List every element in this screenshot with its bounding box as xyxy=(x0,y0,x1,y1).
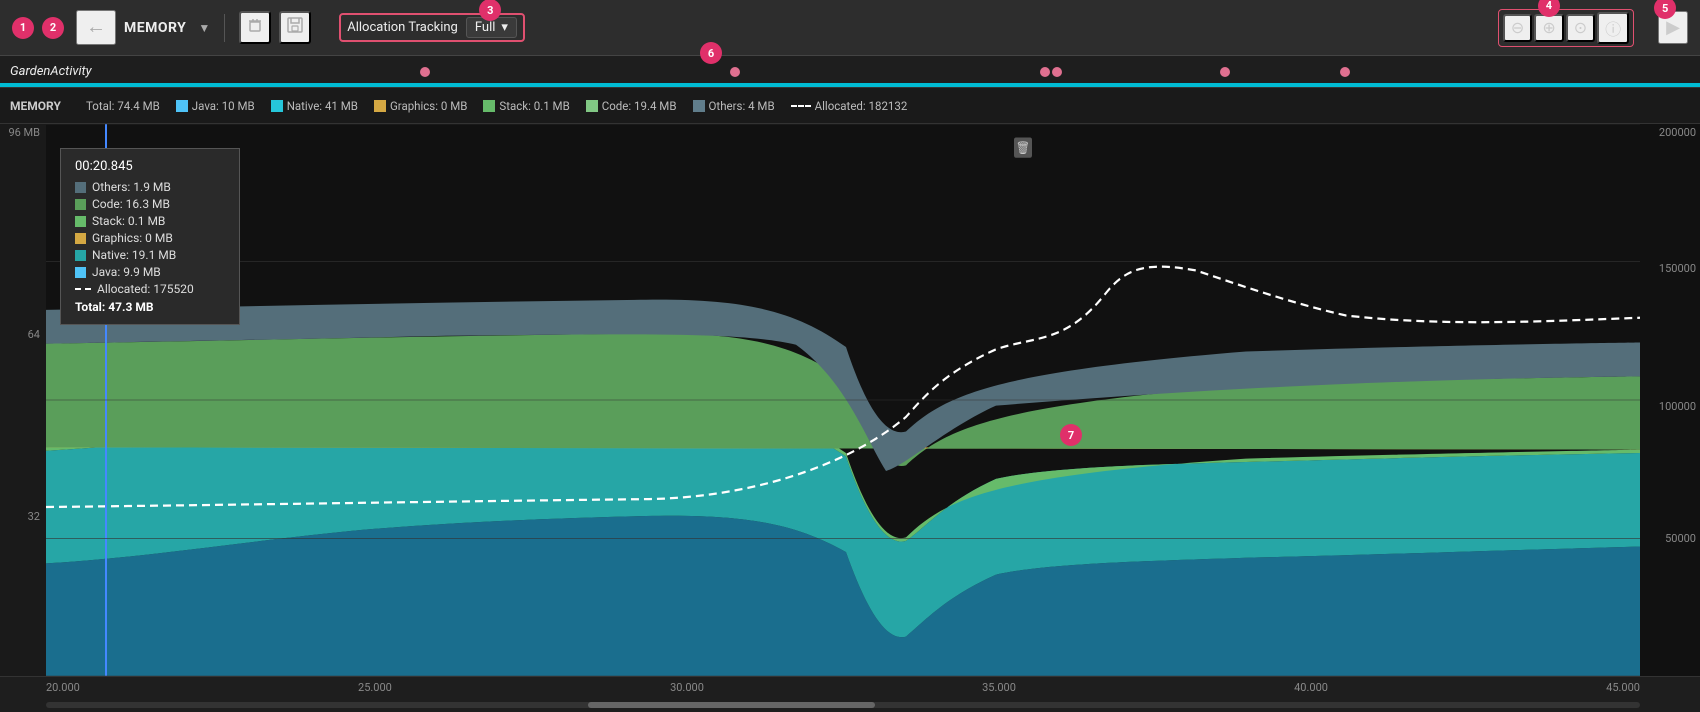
allocated-dash xyxy=(791,105,811,107)
tooltip-code: Code: 16.3 MB xyxy=(75,197,225,211)
tooltip-others-swatch xyxy=(75,182,86,193)
legend-code-label: Code: 19.4 MB xyxy=(602,99,677,113)
event-dot-1 xyxy=(420,67,430,77)
allocation-tracking-label: Allocation Tracking xyxy=(347,20,458,35)
tooltip-allocated: Allocated: 175520 xyxy=(75,282,225,296)
tooltip-stack-label: Stack: 0.1 MB xyxy=(92,214,165,228)
timeline-row: 20.000 25.000 30.000 35.000 40.000 45.00… xyxy=(0,676,1700,712)
scrollbar-track xyxy=(46,702,1640,708)
tooltip-native-label: Native: 19.1 MB xyxy=(92,248,176,262)
timeline-label-20: 20.000 xyxy=(46,681,80,694)
event-dot-3 xyxy=(1220,67,1230,77)
tooltip-code-swatch xyxy=(75,199,86,210)
tooltip-others: Others: 1.9 MB xyxy=(75,180,225,194)
event-dot-2 xyxy=(730,67,740,77)
legend-allocated: Allocated: 182132 xyxy=(791,99,908,113)
y-right-150k: 150000 xyxy=(1659,262,1696,275)
tooltip-native-swatch xyxy=(75,250,86,261)
timeline-label-45: 45.000 xyxy=(1606,681,1640,694)
full-dropdown-label: Full xyxy=(475,20,496,35)
callout-7: 7 xyxy=(1060,424,1082,446)
zoom-out-button[interactable]: ⊖ xyxy=(1503,14,1532,42)
zoom-in-button[interactable]: ⊕ xyxy=(1534,14,1563,42)
activity-row: 6 GardenActivity xyxy=(0,56,1700,88)
others-swatch xyxy=(693,100,705,112)
y-right-100k: 100000 xyxy=(1659,400,1696,413)
callout-2: 2 xyxy=(42,17,64,39)
chart-area: 96 MB 64 32 200000 150000 100000 50000 🗑 xyxy=(0,124,1700,676)
save-button[interactable] xyxy=(279,11,311,44)
event-dot-4 xyxy=(1340,67,1350,77)
legend-total: Total: 74.4 MB xyxy=(86,99,160,113)
timeline-label-40: 40.000 xyxy=(1294,681,1328,694)
stack-swatch xyxy=(483,100,495,112)
info-button[interactable]: ⓘ xyxy=(1597,12,1629,44)
svg-text:🗑: 🗑 xyxy=(1016,141,1030,156)
tooltip-allocated-dash xyxy=(75,288,91,290)
timeline-label-30: 30.000 xyxy=(670,681,704,694)
activity-timeline-bar xyxy=(0,83,1700,87)
legend-java-label: Java: 10 MB xyxy=(192,99,255,113)
legend-row: MEMORY Total: 74.4 MB Java: 10 MB Native… xyxy=(0,88,1700,124)
legend-others-label: Others: 4 MB xyxy=(709,99,775,113)
native-swatch xyxy=(271,100,283,112)
tooltip-time: 00:20.845 xyxy=(75,159,225,174)
memory-chart: 🗑 xyxy=(46,124,1640,676)
tooltip-allocated-label: Allocated: 175520 xyxy=(97,282,194,296)
tooltip-java-swatch xyxy=(75,267,86,278)
legend-native: Native: 41 MB xyxy=(271,99,358,113)
tooltip-native: Native: 19.1 MB xyxy=(75,248,225,262)
memory-dropdown-arrow[interactable]: ▼ xyxy=(198,21,210,35)
tooltip: 00:20.845 Others: 1.9 MB Code: 16.3 MB S… xyxy=(60,148,240,325)
y-label-64: 64 xyxy=(28,328,40,341)
y-right-50k: 50000 xyxy=(1665,532,1696,545)
tooltip-stack: Stack: 0.1 MB xyxy=(75,214,225,228)
toolbar: 1 2 ← MEMORY ▼ 3 Allocation Tracking Ful… xyxy=(0,0,1700,56)
tooltip-java: Java: 9.9 MB xyxy=(75,265,225,279)
legend-total-label: Total: 74.4 MB xyxy=(86,99,160,113)
callout-1: 1 xyxy=(12,17,34,39)
scrollbar-thumb[interactable] xyxy=(588,702,875,708)
timeline-labels: 20.000 25.000 30.000 35.000 40.000 45.00… xyxy=(46,681,1640,694)
legend-code: Code: 19.4 MB xyxy=(586,99,677,113)
legend-stack-label: Stack: 0.1 MB xyxy=(499,99,569,113)
callout-6: 6 xyxy=(700,42,722,64)
toolbar-title: MEMORY xyxy=(124,20,186,36)
save-icon xyxy=(287,17,303,33)
tooltip-graphics-label: Graphics: 0 MB xyxy=(92,231,173,245)
y-axis: 96 MB 64 32 xyxy=(0,124,46,676)
separator xyxy=(224,14,225,42)
graphics-swatch xyxy=(374,100,386,112)
y-label-32: 32 xyxy=(28,510,40,523)
tooltip-graphics: Graphics: 0 MB xyxy=(75,231,225,245)
legend-native-label: Native: 41 MB xyxy=(287,99,358,113)
tooltip-stack-swatch xyxy=(75,216,86,227)
legend-graphics-label: Graphics: 0 MB xyxy=(390,99,467,113)
y-right-200k: 200000 xyxy=(1659,126,1696,139)
tooltip-graphics-swatch xyxy=(75,233,86,244)
legend-stack: Stack: 0.1 MB xyxy=(483,99,569,113)
delete-button[interactable] xyxy=(239,11,271,44)
back-button[interactable]: ← xyxy=(76,10,116,45)
tooltip-others-label: Others: 1.9 MB xyxy=(92,180,171,194)
y-axis-right: 200000 150000 100000 50000 xyxy=(1640,124,1700,676)
record-button[interactable]: ⊙ xyxy=(1566,14,1595,42)
activity-label: GardenActivity xyxy=(10,64,92,79)
memory-label: MEMORY xyxy=(10,99,70,113)
timeline-label-25: 25.000 xyxy=(358,681,392,694)
legend-graphics: Graphics: 0 MB xyxy=(374,99,467,113)
code-swatch xyxy=(586,100,598,112)
y-label-96: 96 MB xyxy=(8,126,40,139)
legend-java: Java: 10 MB xyxy=(176,99,255,113)
legend-others: Others: 4 MB xyxy=(693,99,775,113)
java-swatch xyxy=(176,100,188,112)
tooltip-code-label: Code: 16.3 MB xyxy=(92,197,170,211)
right-controls-box: ⊖ ⊕ ⊙ ⓘ xyxy=(1498,9,1634,47)
dropdown-caret-icon: ▾ xyxy=(501,20,508,35)
tooltip-java-label: Java: 9.9 MB xyxy=(92,265,161,279)
timeline-label-35: 35.000 xyxy=(982,681,1016,694)
legend-allocated-label: Allocated: 182132 xyxy=(815,99,908,113)
tooltip-total: Total: 47.3 MB xyxy=(75,300,225,314)
delete-icon xyxy=(247,17,263,33)
